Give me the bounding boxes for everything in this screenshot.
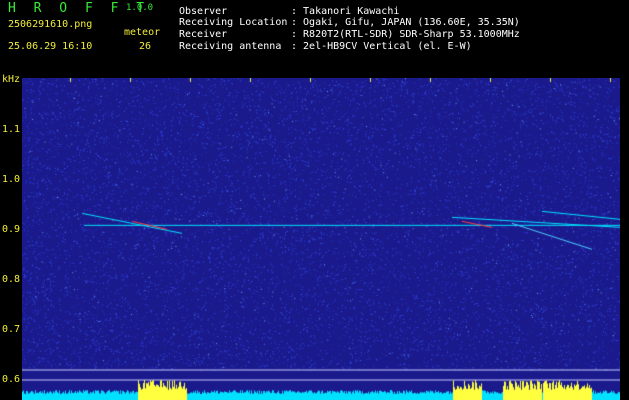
date-time: 25.06.29 16:10 [8, 41, 93, 52]
y-tick-label: 0.7 [2, 324, 21, 335]
observer-key: Observer [179, 6, 228, 17]
antenna-value: : 2el-HB9CV Vertical (el. E-W) [291, 41, 472, 52]
meteor-count: 26 [139, 41, 152, 52]
receiver-key: Receiver [179, 29, 228, 40]
observer-value: : Takanori Kawachi [291, 6, 400, 17]
spectrogram-plot [22, 78, 620, 400]
meteor-label: meteor [124, 27, 161, 38]
y-tick-label: 1.0 [2, 174, 21, 185]
y-axis-unit: kHz [2, 74, 21, 85]
location-value: : Ogaki, Gifu, JAPAN (136.60E, 35.35N) [291, 17, 520, 28]
file-name: 2506291610.png [8, 19, 93, 30]
spectrogram-canvas [22, 78, 620, 400]
antenna-key: Receiving antenna [179, 41, 282, 52]
receiver-value: : R820T2(RTL-SDR) SDR-Sharp 53.1000MHz [291, 29, 520, 40]
y-tick-label: 0.6 [2, 374, 21, 385]
header-panel: H R O F F T 1.0.0 2506291610.png 25.06.2… [0, 0, 629, 72]
app-version: 1.0.0 [126, 3, 154, 13]
y-tick-label: 0.9 [2, 224, 21, 235]
y-tick-label: 1.1 [2, 124, 21, 135]
y-tick-label: 0.8 [2, 274, 21, 285]
location-key: Receiving Location [179, 17, 288, 28]
